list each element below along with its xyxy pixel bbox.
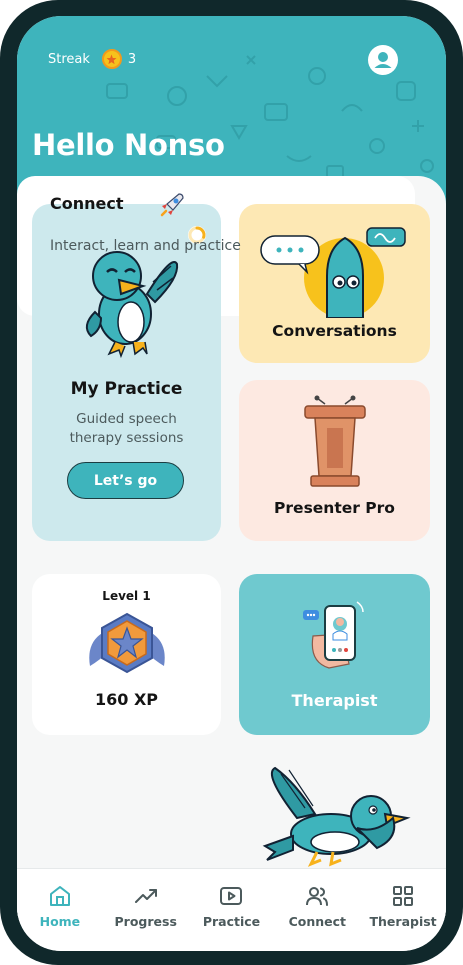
nav-label-connect: Connect [288, 914, 346, 929]
nav-label-home: Home [39, 914, 81, 929]
nav-item-connect[interactable]: Connect [274, 869, 360, 951]
waving-bird-illustration [85, 251, 179, 359]
nav-label-progress: Progress [114, 914, 177, 929]
nav-item-practice[interactable]: Practice [189, 869, 275, 951]
therapist-card[interactable]: Therapist [239, 574, 430, 735]
level-card[interactable]: Level 1 160 XP [32, 574, 221, 735]
nav-label-practice: Practice [202, 914, 261, 929]
users-icon [306, 887, 329, 906]
flying-bird-illustration [262, 766, 411, 867]
my-practice-title: My Practice [70, 379, 183, 399]
presenter-pro-card[interactable]: Presenter Pro [239, 380, 430, 541]
profile-button[interactable] [368, 45, 398, 75]
conversations-card[interactable]: Conversations [239, 204, 430, 363]
user-avatar-icon [374, 52, 392, 68]
streak-label: Streak [48, 51, 90, 67]
streak-indicator[interactable]: Streak 3 [48, 49, 136, 69]
video-call-illustration [303, 601, 364, 669]
nav-item-progress[interactable]: Progress [103, 869, 189, 951]
bottom-nav: Home Progress Practice Connect Therapist [17, 868, 446, 951]
grid-icon [393, 886, 414, 906]
greeting-title: Hello Nonso [32, 128, 225, 162]
rocket-icon [160, 193, 184, 217]
my-practice-subtitle: Guided speech therapy sessions [69, 411, 184, 446]
dashboard-content: My Practice Guided speech therapy sessio… [17, 176, 446, 916]
app-screen: Streak 3 Hello Nonso My Practice Guided … [17, 16, 446, 951]
connect-title: Connect [50, 194, 124, 213]
podium-illustration [304, 395, 366, 487]
conversations-title: Conversations [272, 322, 397, 340]
chat-bird-illustration [260, 227, 406, 318]
phone-frame: Streak 3 Hello Nonso My Practice Guided … [0, 0, 463, 965]
therapist-title: Therapist [291, 691, 378, 710]
nav-label-therapist: Therapist [369, 914, 437, 929]
level-label: Level 1 [102, 589, 151, 603]
play-icon [220, 887, 243, 905]
trend-up-icon [134, 889, 157, 903]
xp-value: 160 XP [94, 690, 159, 709]
streak-count: 3 [127, 51, 137, 67]
nav-item-therapist[interactable]: Therapist [360, 869, 446, 951]
star-coin-icon [101, 49, 122, 69]
connect-subtitle: Interact, learn and practice [50, 238, 241, 254]
lets-go-button[interactable]: Let’s go [67, 462, 184, 499]
star-badge-icon [89, 612, 165, 674]
home-icon [49, 886, 70, 906]
presenter-pro-title: Presenter Pro [274, 499, 395, 517]
nav-item-home[interactable]: Home [17, 869, 103, 951]
my-practice-card[interactable]: My Practice Guided speech therapy sessio… [32, 204, 221, 541]
